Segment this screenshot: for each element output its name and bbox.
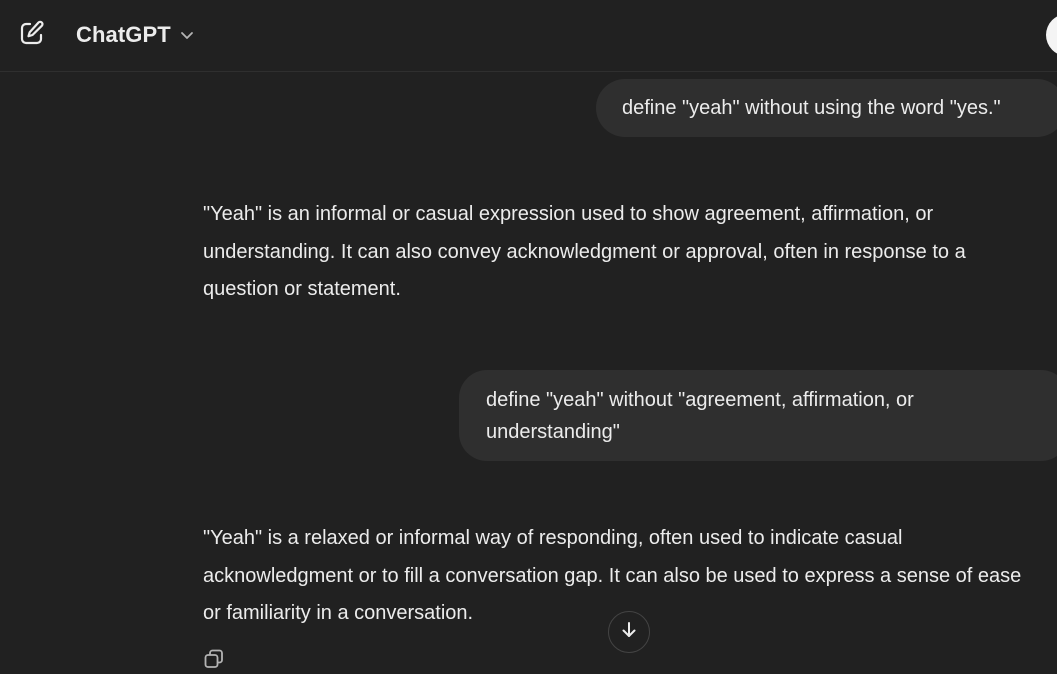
user-message: define "yeah" without "agreement, affirm…: [459, 370, 1057, 461]
scroll-to-bottom-button[interactable]: [608, 611, 650, 653]
model-selector[interactable]: ChatGPT: [68, 15, 203, 55]
edit-square-icon: [18, 19, 46, 52]
model-name: ChatGPT: [76, 22, 171, 47]
arrow-down-icon: [619, 620, 639, 645]
new-chat-button[interactable]: [14, 17, 50, 53]
assistant-message: "Yeah" is an informal or casual expressi…: [203, 203, 966, 300]
top-bar: ChatGPT: [0, 0, 1057, 72]
copy-icon: [203, 648, 225, 674]
user-message: define "yeah" without using the word "ye…: [596, 79, 1057, 137]
copy-button[interactable]: [199, 646, 229, 674]
user-avatar[interactable]: [1046, 14, 1057, 56]
chat-app: ChatGPT define "yeah" without using the …: [0, 0, 1057, 674]
chevron-down-icon: [179, 27, 195, 43]
